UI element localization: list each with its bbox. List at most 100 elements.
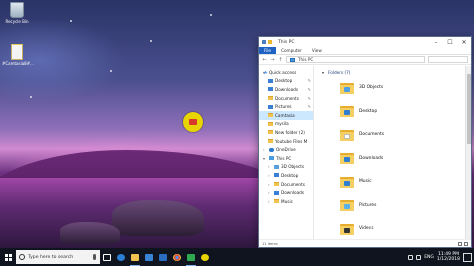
nav-pc-3d-objects[interactable]: › 3D Objects <box>259 163 313 172</box>
address-bar[interactable]: This PC <box>286 56 425 63</box>
folder-videos-icon <box>340 223 354 235</box>
nav-label: Documents <box>275 95 299 101</box>
forward-arrow-icon[interactable]: → <box>270 57 275 63</box>
edge-icon <box>117 253 125 261</box>
start-button[interactable] <box>0 248 16 266</box>
documents-icon <box>274 182 279 187</box>
nav-item-new-folder-2[interactable]: New folder (2) <box>259 128 313 137</box>
network-icon[interactable] <box>408 254 414 260</box>
tab-view[interactable]: View <box>307 47 327 54</box>
folder-tile-downloads[interactable]: Downloads <box>340 147 471 171</box>
scrollbar-thumb[interactable] <box>467 74 471 144</box>
chevron-right-icon[interactable]: › <box>268 190 272 195</box>
taskbar-app-chrome[interactable] <box>170 248 184 266</box>
microphone-icon[interactable] <box>93 254 96 260</box>
up-arrow-icon[interactable]: ↑ <box>278 57 283 63</box>
activate-windows-watermark: Activate Windows Go to Settings to activ… <box>370 222 437 236</box>
computer-icon <box>269 156 274 161</box>
desktop-icon <box>268 78 273 83</box>
folder-label: Documents <box>359 132 385 138</box>
nav-onedrive[interactable]: › OneDrive <box>259 145 313 154</box>
nav-label: New folder (2) <box>275 129 305 135</box>
cube-icon <box>274 164 279 169</box>
tab-file[interactable]: File <box>259 47 277 54</box>
folder-tile-music[interactable]: Music <box>340 170 471 194</box>
nav-label: This PC <box>276 155 292 161</box>
pin-icon: ✎ <box>307 95 311 101</box>
nav-pc-documents[interactable]: › Documents <box>259 180 313 189</box>
nav-item-desktop[interactable]: Desktop ✎ <box>259 77 313 86</box>
chevron-right-icon[interactable]: › <box>268 164 272 169</box>
taskbar-app-edge[interactable] <box>114 248 128 266</box>
content-scrollbar[interactable] <box>465 66 471 239</box>
close-button[interactable]: ✕ <box>457 37 471 47</box>
taskbar-search-box[interactable]: Type here to search <box>16 250 100 264</box>
folder-tile-documents[interactable]: Documents <box>340 123 471 147</box>
nav-item-downloads[interactable]: Downloads ✎ <box>259 85 313 94</box>
nav-label: Youtube Files M <box>275 138 308 144</box>
folder-tile-3d-objects[interactable]: 3D Objects <box>340 76 471 100</box>
tab-computer[interactable]: Computer <box>276 47 307 54</box>
folder-desktop-icon <box>340 105 354 118</box>
camtasia-file-shortcut[interactable]: #Camtasia8#... <box>2 44 34 66</box>
nav-this-pc[interactable]: ▾ This PC <box>259 154 313 163</box>
large-icons-view-icon[interactable] <box>464 241 468 246</box>
taskbar-app-recorder[interactable] <box>198 248 212 266</box>
clock[interactable]: 11:49 PM 1/12/2018 <box>437 252 460 263</box>
chevron-right-icon[interactable]: › <box>268 199 272 204</box>
nav-quick-access[interactable]: ▾ Quick access <box>259 68 313 77</box>
folder-downloads-icon <box>340 152 354 165</box>
download-icon <box>268 87 273 92</box>
content-pane: ▾ Folders (7) 3D Objects Desktop Documen… <box>314 66 471 239</box>
chevron-down-icon[interactable]: ▾ <box>322 70 326 75</box>
recycle-bin-icon <box>10 2 24 18</box>
folder-label: Downloads <box>359 155 384 161</box>
nav-item-mysila[interactable]: mysila <box>259 120 313 129</box>
taskbar-app-camtasia[interactable] <box>184 248 198 266</box>
task-view-button[interactable] <box>100 248 114 266</box>
taskbar-app-mail[interactable] <box>156 248 170 266</box>
nav-pc-music[interactable]: › Music <box>259 197 313 206</box>
chevron-right-icon[interactable]: › <box>268 182 272 187</box>
chevron-right-icon[interactable]: › <box>263 147 267 152</box>
camtasia-recorder-icon[interactable] <box>183 112 203 132</box>
minimize-button[interactable]: – <box>429 37 443 47</box>
nav-label: Quick access <box>269 69 297 75</box>
language-indicator[interactable]: ENG <box>424 255 434 260</box>
ribbon-tabs: File Computer View <box>259 47 471 55</box>
folder-icon <box>268 130 273 135</box>
folder-label: Music <box>359 179 372 185</box>
folder-icon[interactable] <box>268 40 272 44</box>
nav-label: Pictures <box>275 104 292 110</box>
chevron-right-icon[interactable]: › <box>268 173 272 178</box>
taskbar-app-explorer[interactable] <box>128 248 142 266</box>
taskbar-app-store[interactable] <box>142 248 156 266</box>
sky-star <box>150 40 152 42</box>
recycle-bin-shortcut[interactable]: Recycle Bin <box>2 2 32 24</box>
details-view-icon[interactable] <box>458 241 462 246</box>
back-arrow-icon[interactable]: ← <box>262 57 267 63</box>
search-input[interactable] <box>428 56 468 63</box>
address-text: This PC <box>298 57 314 62</box>
folder-tile-desktop[interactable]: Desktop <box>340 100 471 124</box>
save-icon[interactable] <box>262 40 266 44</box>
recycle-bin-label: Recycle Bin <box>5 19 29 24</box>
file-explorer-window: This PC – ☐ ✕ File Computer View ← → ↑ T… <box>258 36 472 248</box>
document-icon <box>11 44 23 60</box>
nav-pc-desktop[interactable]: › Desktop <box>259 171 313 180</box>
nav-item-documents[interactable]: Documents ✎ <box>259 94 313 103</box>
nav-pc-downloads[interactable]: › Downloads <box>259 188 313 197</box>
chevron-down-icon[interactable]: ▾ <box>263 156 267 161</box>
search-placeholder: Type here to search <box>28 254 74 260</box>
nav-item-pictures[interactable]: Pictures ✎ <box>259 102 313 111</box>
maximize-button[interactable]: ☐ <box>443 37 457 47</box>
title-bar[interactable]: This PC – ☐ ✕ <box>259 37 471 47</box>
folders-group-header[interactable]: ▾ Folders (7) <box>322 68 471 76</box>
nav-item-youtube-files[interactable]: Youtube Files M <box>259 137 313 146</box>
nav-item-camtasia[interactable]: Camtasia <box>259 110 313 120</box>
folder-tile-pictures[interactable]: Pictures <box>340 194 471 218</box>
notification-center-icon[interactable] <box>463 252 472 262</box>
cloud-icon <box>269 147 274 152</box>
volume-icon[interactable] <box>416 254 422 260</box>
download-icon <box>274 190 279 195</box>
